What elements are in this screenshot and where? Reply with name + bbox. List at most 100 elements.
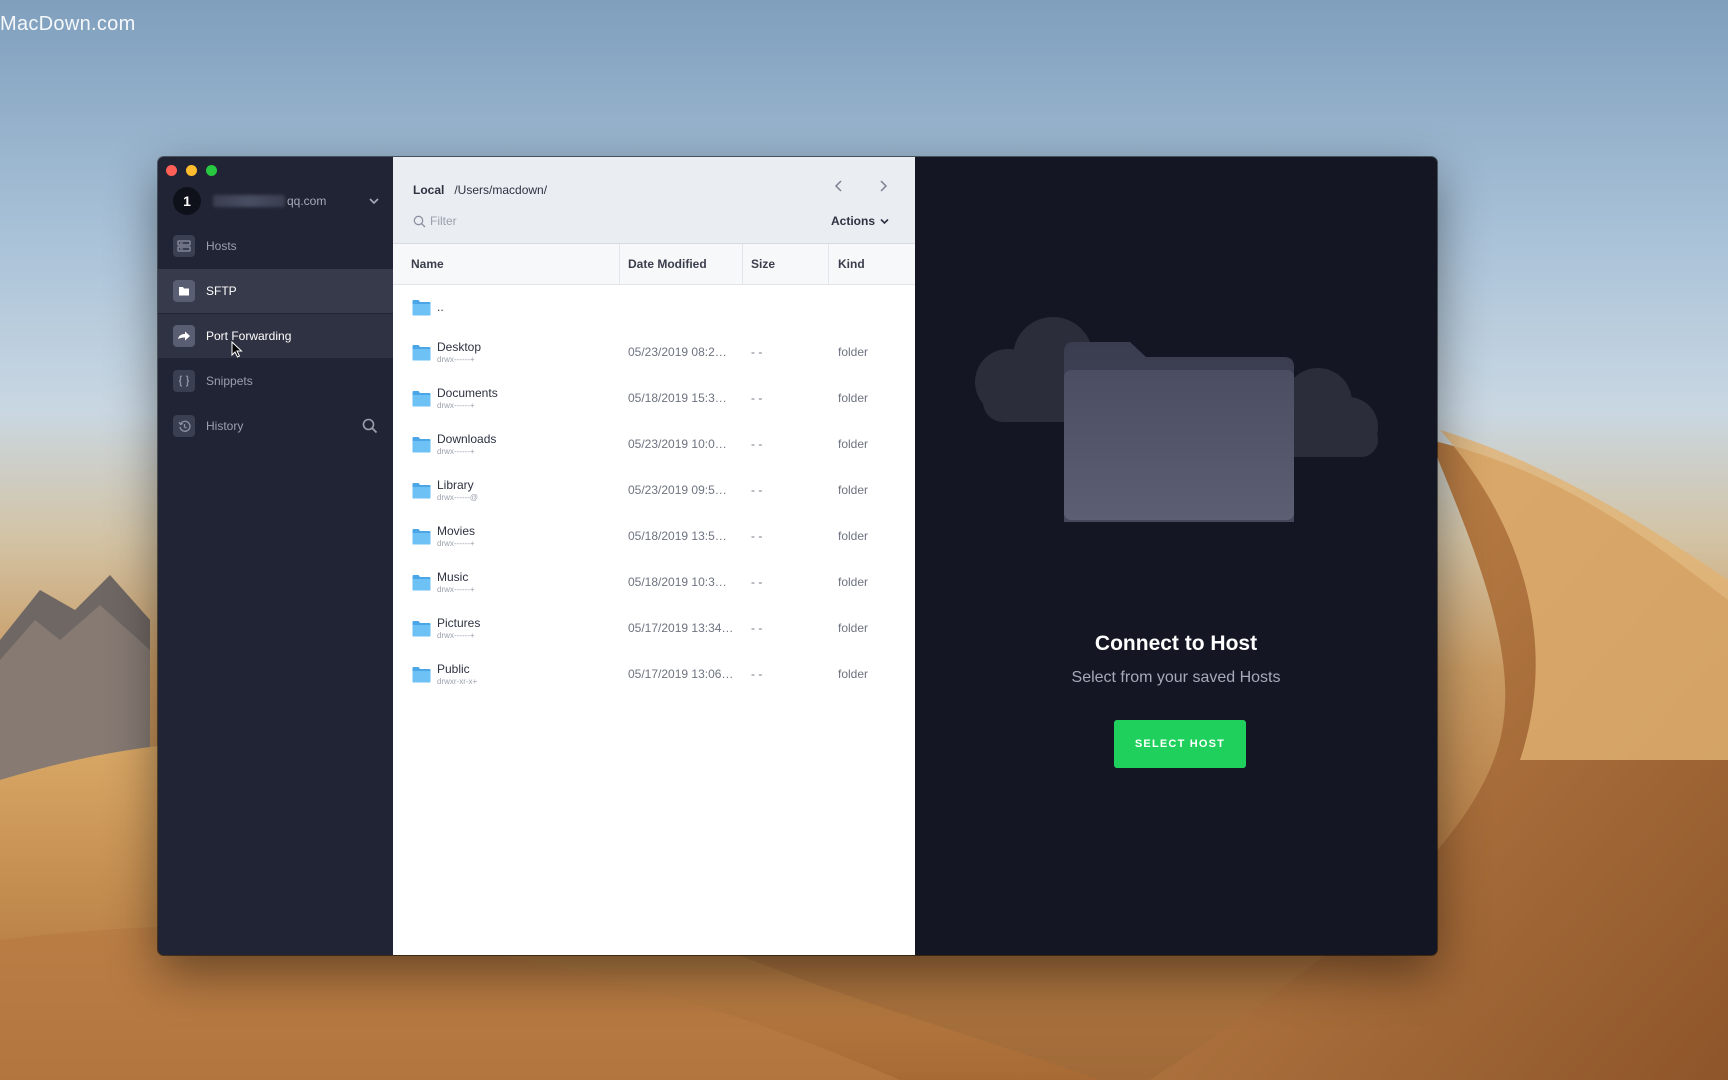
file-permissions: drwx------+ xyxy=(437,538,475,548)
account-avatar: 1 xyxy=(173,187,201,215)
file-date: 05/23/2019 09:5… xyxy=(628,483,727,497)
file-name: Music xyxy=(437,569,469,584)
file-browser-pane: Local /Users/macdown/ Filter Actions Nam… xyxy=(393,157,915,955)
file-kind: folder xyxy=(838,667,869,681)
file-permissions: drwxr-xr-x+ xyxy=(437,676,478,686)
account-switcher[interactable]: 1 qq.com xyxy=(158,180,393,222)
file-permissions: drwx------+ xyxy=(437,354,475,364)
file-name: Library xyxy=(437,477,474,492)
file-date: 05/18/2019 15:3… xyxy=(628,391,727,405)
search-icon[interactable] xyxy=(362,418,378,434)
file-date: 05/17/2019 13:06… xyxy=(628,667,734,681)
folder-icon xyxy=(412,574,431,590)
current-path[interactable]: /Users/macdown/ xyxy=(454,183,547,197)
file-row[interactable]: Desktop drwx------+ 05/23/2019 08:2… - -… xyxy=(393,329,915,375)
column-header-kind[interactable]: Kind xyxy=(829,244,915,284)
column-header-name[interactable]: Name xyxy=(393,244,620,284)
file-row[interactable]: Music drwx------+ 05/18/2019 10:3… - - f… xyxy=(393,559,915,605)
file-row[interactable]: Public drwxr-xr-x+ 05/17/2019 13:06… - -… xyxy=(393,651,915,697)
file-name: Desktop xyxy=(437,339,482,354)
column-header-date[interactable]: Date Modified xyxy=(620,244,743,284)
file-table-header: Name Date Modified Size Kind xyxy=(393,244,915,285)
column-header-size[interactable]: Size xyxy=(743,244,829,284)
file-kind: folder xyxy=(838,437,869,451)
file-kind: folder xyxy=(838,345,869,359)
file-date: 05/23/2019 10:0… xyxy=(628,437,727,451)
file-size: - - xyxy=(751,437,763,451)
file-row[interactable]: Library drwx------@ 05/23/2019 09:5… - -… xyxy=(393,467,915,513)
location-label[interactable]: Local xyxy=(413,183,444,197)
folder-icon xyxy=(412,620,431,636)
history-icon xyxy=(173,415,195,437)
cloud-folder-illustration xyxy=(975,317,1378,522)
path-breadcrumb: Local /Users/macdown/ xyxy=(413,183,547,197)
sidebar-item-sftp[interactable]: SFTP xyxy=(158,269,393,313)
connect-subtitle: Select from your saved Hosts xyxy=(1071,669,1281,686)
file-name: Movies xyxy=(437,523,476,538)
chevron-down-icon xyxy=(880,218,889,224)
file-row[interactable]: Pictures drwx------+ 05/17/2019 13:34… -… xyxy=(393,605,915,651)
folder-icon xyxy=(412,299,431,315)
close-window-button[interactable] xyxy=(166,165,177,176)
account-name-redacted xyxy=(213,195,285,207)
sftp-icon xyxy=(173,280,195,302)
sidebar-item-history[interactable]: History xyxy=(158,404,393,448)
file-size: - - xyxy=(751,575,763,589)
hosts-icon xyxy=(173,235,195,257)
filter-placeholder: Filter xyxy=(430,214,457,228)
folder-icon xyxy=(412,390,431,406)
sidebar-item-snippets[interactable]: Snippets xyxy=(158,359,393,403)
chevron-down-icon[interactable] xyxy=(367,194,381,208)
sidebar-item-hosts[interactable]: Hosts xyxy=(158,224,393,268)
account-email: qq.com xyxy=(287,194,327,208)
filter-input[interactable]: Filter xyxy=(413,214,457,228)
folder-icon xyxy=(412,666,431,682)
sidebar-item-label: Snippets xyxy=(206,374,253,388)
zoom-window-button[interactable] xyxy=(206,165,217,176)
file-row[interactable]: Documents drwx------+ 05/18/2019 15:3… -… xyxy=(393,375,915,421)
file-kind: folder xyxy=(838,391,869,405)
sidebar-item-label: Port Forwarding xyxy=(206,329,292,343)
sidebar-item-label: History xyxy=(206,419,244,433)
select-host-button[interactable]: SELECT HOST xyxy=(1114,720,1246,768)
file-size: - - xyxy=(751,345,763,359)
snippets-icon xyxy=(173,370,195,392)
file-size: - - xyxy=(751,667,763,681)
chevron-right-icon[interactable] xyxy=(876,179,890,193)
file-row[interactable]: Downloads drwx------+ 05/23/2019 10:0… -… xyxy=(393,421,915,467)
sidebar-item-port-forwarding[interactable]: Port Forwarding xyxy=(158,314,393,358)
app-window: 1 qq.com Hosts SFTP Port Forwarding Snip… xyxy=(158,157,1437,955)
file-size: - - xyxy=(751,529,763,543)
actions-menu-button[interactable]: Actions xyxy=(831,214,890,228)
port-forwarding-icon xyxy=(173,325,195,347)
watermark-text: MacDown.com xyxy=(0,13,136,35)
file-kind: folder xyxy=(838,621,869,635)
file-list: .. Desktop drwx------+ 05/23/2019 08:2… … xyxy=(393,285,915,955)
file-browser-header: Local /Users/macdown/ Filter Actions xyxy=(393,157,915,244)
file-kind: folder xyxy=(838,483,869,497)
file-permissions: drwx------+ xyxy=(437,630,475,640)
file-kind: folder xyxy=(838,575,869,589)
file-size: - - xyxy=(751,483,763,497)
file-size: - - xyxy=(751,621,763,635)
file-name: Downloads xyxy=(437,431,497,446)
file-permissions: drwx------+ xyxy=(437,584,475,594)
folder-icon xyxy=(412,436,431,452)
file-name: Pictures xyxy=(437,615,481,630)
connect-pane: Connect to Host Select from your saved H… xyxy=(915,157,1437,955)
file-permissions: drwx------@ xyxy=(437,492,478,502)
file-size: - - xyxy=(751,391,763,405)
chevron-left-icon[interactable] xyxy=(832,179,846,193)
file-permissions: drwx------+ xyxy=(437,400,475,410)
sidebar-nav: Hosts SFTP Port Forwarding Snippets Hist… xyxy=(158,224,393,449)
actions-label: Actions xyxy=(830,214,875,228)
window-controls xyxy=(166,165,217,176)
sidebar: 1 qq.com Hosts SFTP Port Forwarding Snip… xyxy=(158,157,393,955)
parent-directory-row[interactable]: .. xyxy=(393,285,915,329)
file-row[interactable]: Movies drwx------+ 05/18/2019 13:5… - - … xyxy=(393,513,915,559)
history-navigation xyxy=(832,179,890,193)
file-date: 05/23/2019 08:2… xyxy=(628,345,727,359)
file-date: 05/18/2019 10:3… xyxy=(628,575,727,589)
search-icon xyxy=(413,215,426,227)
minimize-window-button[interactable] xyxy=(186,165,197,176)
